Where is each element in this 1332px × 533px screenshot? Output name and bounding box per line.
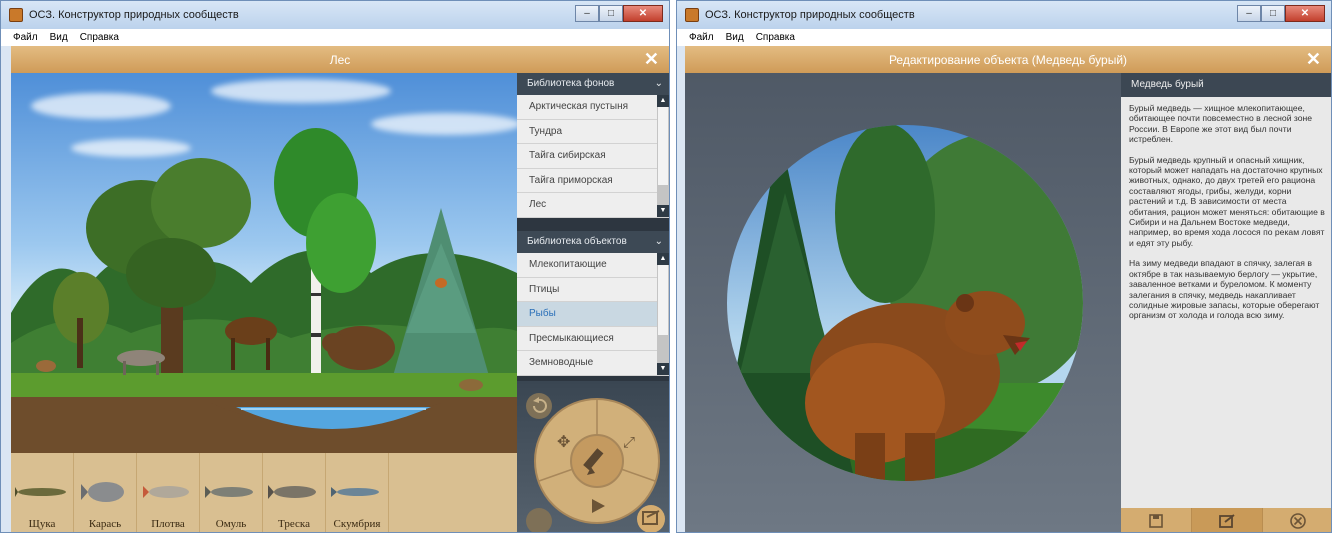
move-icon[interactable]: ✥ [557,432,570,451]
omul-image [205,486,253,498]
backgrounds-scrollbar[interactable]: ▲ ▼ [657,95,669,217]
palette-item[interactable]: Треска [263,453,326,532]
disabled-button[interactable] [526,508,552,533]
undo-icon[interactable] [526,393,552,419]
close-window-button[interactable]: ✕ [1285,5,1325,22]
info-description: Бурый медведь — хищное млекопитающее, об… [1121,97,1331,321]
scroll-up-icon[interactable]: ▲ [657,95,669,107]
background-item[interactable]: Тайга сибирская [517,144,669,169]
palette-label: Карась [88,518,122,530]
palette-label: Скумбрия [333,518,381,530]
resize-icon[interactable]: ⤢ [623,433,636,451]
edit-object-window: ОСЗ. Конструктор природных сообществ – □… [676,0,1332,533]
chevron-down-icon: ⌄ [654,236,663,247]
window-title: ОСЗ. Конструктор природных сообществ [705,9,915,21]
app-icon [685,8,699,22]
library-panel: Библиотека фонов ⌄ Арктическая пустыня Т… [517,73,669,533]
object-category-item[interactable]: Земноводные [517,351,669,376]
roach-image [143,486,189,498]
svg-text:⤢: ⤢ [623,433,636,451]
save-edit-button[interactable] [1192,508,1263,532]
backgrounds-library-header[interactable]: Библиотека фонов ⌄ [517,73,669,95]
palette-label: Щука [28,518,56,530]
info-paragraph: Бурый медведь — хищное млекопитающее, об… [1129,103,1313,145]
bear-portrait [727,125,1083,481]
maximize-button[interactable]: □ [599,5,623,22]
objects-library-header[interactable]: Библиотека объектов ⌄ [517,231,669,253]
save-icon[interactable] [637,505,665,533]
palette-label: Плотва [151,518,185,530]
menu-view[interactable]: Вид [726,32,744,43]
cancel-icon [1290,513,1306,529]
menu-help[interactable]: Справка [80,32,119,43]
window-title: ОСЗ. Конструктор природных сообществ [29,9,239,21]
backgrounds-library-title: Библиотека фонов [527,78,615,89]
mackerel-image [331,487,379,497]
control-dial-area: ✥ ⤢ [517,381,669,533]
maximize-button[interactable]: □ [1261,5,1285,22]
cancel-button[interactable] [1263,508,1331,532]
app-icon [9,8,23,22]
title-bar: ОСЗ. Конструктор природных сообществ – □… [677,1,1331,29]
palette-item[interactable]: Карась [74,453,137,532]
palette-item[interactable]: Щука [11,453,74,532]
scroll-down-icon[interactable]: ▼ [657,205,669,217]
background-item[interactable]: Лес [517,193,669,218]
palette-label: Треска [278,518,310,530]
objects-list: Млекопитающие Птицы Рыбы Пресмыкающиеся … [517,253,669,376]
info-toolbar [1121,508,1331,532]
palette-item[interactable]: Скумбрия [326,453,389,532]
palette-item[interactable]: Омуль [200,453,263,532]
object-preview [685,73,1121,532]
menu-bar: Файл Вид Справка [677,29,1331,46]
object-category-item[interactable]: Пресмыкающиеся [517,327,669,351]
title-bar: ОСЗ. Конструктор природных сообществ – □… [1,1,669,29]
object-category-item[interactable]: Птицы [517,278,669,302]
save-button[interactable] [1121,508,1192,532]
save-edit-icon [1219,514,1235,528]
palette-item[interactable]: Плотва [137,453,200,532]
background-item[interactable]: Тайга приморская [517,169,669,193]
scroll-up-icon[interactable]: ▲ [657,253,669,265]
object-category-item-selected[interactable]: Рыбы [517,302,669,327]
object-category-item[interactable]: Млекопитающие [517,253,669,278]
floppy-icon [1149,514,1163,528]
svg-text:✥: ✥ [557,432,570,451]
palette-label: Омуль [215,518,247,530]
close-window-button[interactable]: ✕ [623,5,663,22]
minimize-button[interactable]: – [1237,5,1261,22]
info-paragraph: Бурый медведь крупный и опасный хищник, … [1129,154,1325,248]
menu-help[interactable]: Справка [756,32,795,43]
chevron-down-icon: ⌄ [654,78,663,89]
close-icon[interactable]: ✕ [644,49,659,70]
scroll-down-icon[interactable]: ▼ [657,363,669,375]
menu-bar: Файл Вид Справка [1,29,669,46]
constructor-window: ОСЗ. Конструктор природных сообществ – □… [0,0,670,533]
edit-header: Редактирование объекта (Медведь бурый) ✕ [685,46,1331,73]
menu-file[interactable]: Файл [13,32,38,43]
objects-scrollbar[interactable]: ▲ ▼ [657,253,669,375]
menu-view[interactable]: Вид [50,32,68,43]
menu-file[interactable]: Файл [689,32,714,43]
cod-image [268,485,316,499]
edit-title: Редактирование объекта (Медведь бурый) [888,52,1128,67]
minimize-button[interactable]: – [575,5,599,22]
info-title: Медведь бурый [1121,73,1331,97]
background-item[interactable]: Тундра [517,120,669,144]
info-paragraph: На зиму медведи впадают в спячку, залега… [1129,258,1320,321]
crucian-image [81,482,124,502]
forest-scene[interactable] [11,73,517,453]
scene-illustration [11,128,517,453]
objects-library-title: Библиотека объектов [527,236,627,247]
close-icon[interactable]: ✕ [1306,49,1321,70]
scene-header: Лес ✕ [11,46,669,73]
background-item[interactable]: Арктическая пустыня [517,95,669,120]
control-dial[interactable]: ✥ ⤢ [534,398,660,524]
objects-palette: Щука Карась Плотва Омуль Треска Скумбрия [11,453,517,532]
backgrounds-list: Арктическая пустыня Тундра Тайга сибирск… [517,95,669,218]
scene-title: Лес [329,52,351,67]
info-panel: Медведь бурый Бурый медведь — хищное мле… [1121,73,1331,532]
pike-image [15,487,66,497]
